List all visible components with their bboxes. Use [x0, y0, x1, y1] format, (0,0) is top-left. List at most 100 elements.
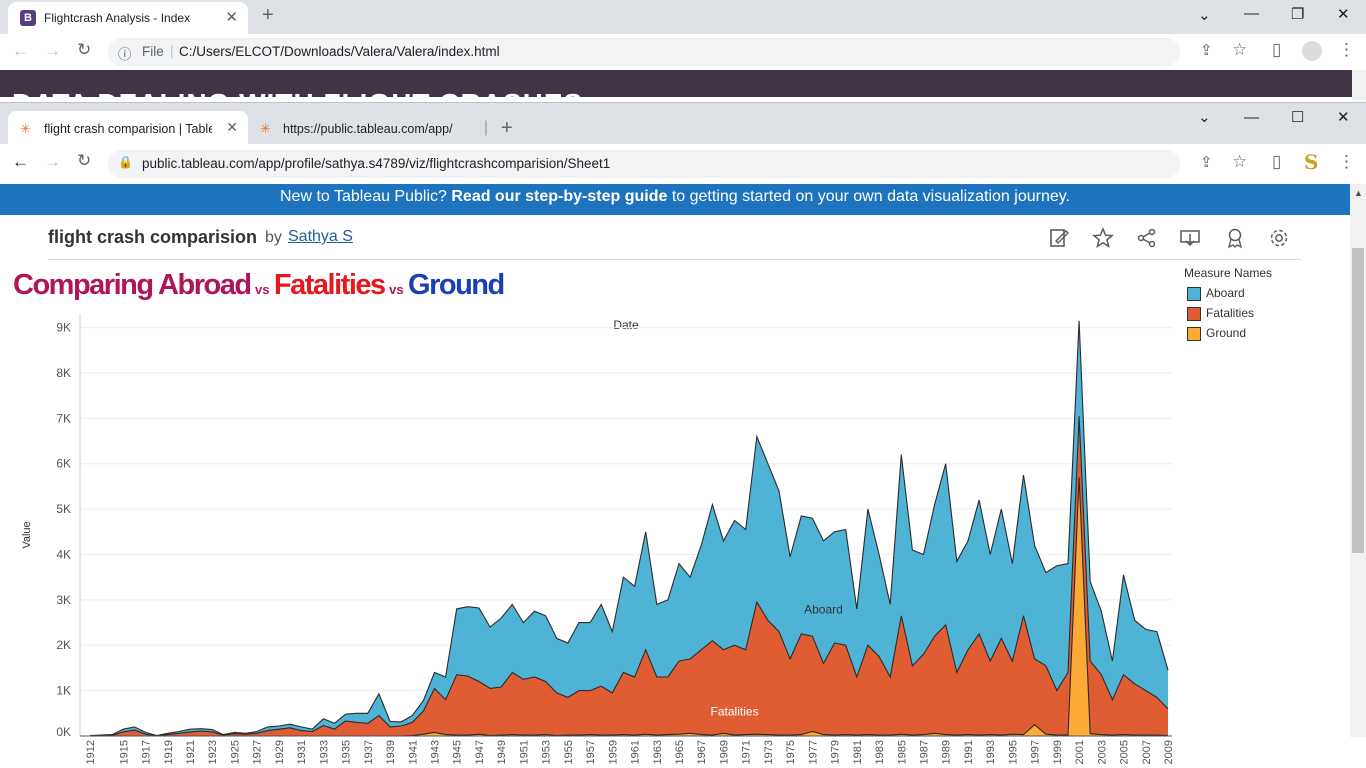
x-tick-label: 1975	[785, 740, 797, 764]
legend-label-aboard: Aboard	[1206, 286, 1245, 300]
x-tick-label: 1931	[296, 740, 308, 764]
banner-prefix: New to Tableau Public?	[279, 188, 452, 205]
tableau-favicon-icon: ✳	[20, 121, 31, 136]
bookmark-star-icon[interactable]: ☆	[1232, 40, 1247, 60]
outer-url-text[interactable]: C:/Users/ELCOT/Downloads/Valera/Valera/i…	[179, 44, 500, 59]
header-divider	[48, 259, 1301, 260]
x-tick-label: 1997	[1030, 740, 1042, 764]
x-tick-label: 1987	[919, 740, 931, 764]
viz-by-label: by	[265, 229, 282, 246]
file-label: File	[142, 44, 164, 59]
banner-guide-link[interactable]: Read our step-by-step guide	[451, 188, 667, 205]
badge-award-icon[interactable]	[1224, 227, 1246, 249]
x-tick-label: 1939	[385, 740, 397, 764]
side-panel-icon[interactable]: ▯	[1272, 152, 1281, 172]
back-icon[interactable]: ←	[12, 41, 29, 61]
x-tick-label: 1921	[185, 740, 197, 764]
bookmark-star-icon[interactable]: ☆	[1232, 152, 1247, 172]
legend-title: Measure Names	[1184, 266, 1273, 280]
title-vs-1: vs	[255, 282, 270, 297]
underlying-page-heading: DATA DEALING WITH FLIGHT CRASHES	[12, 88, 583, 97]
inner-tab-tableau[interactable]: ✳ flight crash comparision | Tableau Pub…	[8, 111, 248, 145]
x-tick-label: 1961	[630, 740, 642, 764]
menu-kebab-icon[interactable]: ⋮	[1338, 40, 1355, 60]
x-tick-label: 1973	[763, 740, 775, 764]
outer-tab-active[interactable]: B Flightcrash Analysis - Index ✕	[8, 2, 248, 34]
forward-icon[interactable]: →	[44, 41, 61, 61]
new-tab-icon[interactable]: +	[262, 4, 274, 27]
x-tick-label: 1983	[874, 740, 886, 764]
edit-viz-icon[interactable]	[1048, 227, 1070, 249]
series-label-aboard: Aboard	[804, 602, 843, 616]
profile-avatar[interactable]	[1302, 41, 1322, 61]
restore-icon[interactable]: ❐	[1291, 5, 1304, 23]
side-panel-icon[interactable]: ▯	[1272, 40, 1281, 60]
tab-search-chevron-icon[interactable]: ⌄	[1198, 108, 1211, 126]
share-icon[interactable]: ⇪	[1200, 153, 1213, 171]
close-tab-icon[interactable]: ✕	[225, 8, 238, 26]
x-tick-label: 1933	[318, 740, 330, 764]
author-link[interactable]: Sathya S	[288, 228, 353, 246]
area-chart[interactable]: Date Value 0K 1K 2K 3K 4K 5K 6K 7K 8K 9K Aboard Fatal…	[0, 300, 1190, 768]
new-tab-icon[interactable]: +	[501, 117, 513, 140]
x-tick-label: 1912	[85, 740, 97, 764]
viz-title: flight crash comparision	[48, 227, 258, 247]
inner-tab-profile[interactable]: ✳ https://public.tableau.com/app/profile…	[250, 111, 488, 145]
profile-avatar[interactable]: S	[1304, 150, 1318, 174]
x-tick-label: 1949	[496, 740, 508, 764]
download-icon[interactable]	[1179, 227, 1201, 249]
reload-icon[interactable]: ↻	[77, 40, 91, 60]
back-icon[interactable]: ←	[12, 152, 29, 172]
title-ground: Ground	[408, 269, 505, 301]
tableau-favicon-icon: ✳	[260, 121, 271, 136]
inner-tab-title-2: https://public.tableau.com/app/profile/s…	[283, 122, 453, 136]
tableau-new-user-banner: New to Tableau Public? Read our step-by-…	[0, 184, 1350, 215]
share-icon[interactable]: ⇪	[1200, 41, 1213, 59]
legend-item-aboard[interactable]: Aboard	[1184, 286, 1272, 306]
legend-swatch-aboard	[1187, 287, 1201, 301]
page-scrollbar[interactable]: ▲	[1350, 184, 1366, 737]
close-window-icon[interactable]: ✕	[1337, 5, 1350, 23]
settings-gear-icon[interactable]	[1268, 227, 1290, 249]
legend-item-ground[interactable]: Ground	[1184, 326, 1272, 346]
y-tick-label: 2K	[56, 638, 71, 652]
x-tick-label: 1953	[541, 740, 553, 764]
tab-search-chevron-icon[interactable]: ⌄	[1198, 6, 1211, 24]
scroll-up-arrow-icon[interactable]: ▲	[1354, 188, 1363, 198]
x-tick-label: 1929	[274, 740, 286, 764]
outer-scrollbar[interactable]	[1352, 70, 1366, 100]
inner-address-bar[interactable]: 🔒 public.tableau.com/app/profile/sathya.…	[108, 150, 1180, 178]
y-tick-label: 4K	[56, 547, 71, 561]
x-tick-label: 1969	[719, 740, 731, 764]
menu-kebab-icon[interactable]: ⋮	[1338, 152, 1355, 172]
x-tick-label: 1947	[474, 740, 486, 764]
close-window-icon[interactable]: ✕	[1337, 108, 1350, 126]
scrollbar-thumb[interactable]	[1352, 248, 1364, 553]
x-tick-label: 1981	[852, 740, 864, 764]
x-tick-label: 1919	[163, 740, 175, 764]
info-icon[interactable]: ⓘ	[118, 43, 132, 63]
title-vs-2: vs	[389, 282, 404, 297]
x-tick-label: 1979	[830, 740, 842, 764]
legend: Measure Names Aboard Fatalities Ground	[1184, 266, 1272, 346]
share-viz-icon[interactable]	[1136, 227, 1158, 249]
y-tick-label: 6K	[56, 457, 71, 471]
maximize-icon[interactable]: ☐	[1291, 108, 1304, 126]
forward-icon[interactable]: →	[44, 152, 61, 172]
close-tab-icon[interactable]: ✕	[226, 119, 238, 136]
inner-toolbar: ← → ↻ 🔒 public.tableau.com/app/profile/s…	[0, 144, 1366, 185]
legend-item-fatalities[interactable]: Fatalities	[1184, 306, 1272, 326]
favorite-star-icon[interactable]	[1092, 227, 1114, 249]
x-tick-label: 1993	[985, 740, 997, 764]
inner-tab-strip: ✳ flight crash comparision | Tableau Pub…	[0, 102, 1366, 145]
minimize-icon[interactable]: —	[1244, 109, 1259, 126]
minimize-icon[interactable]: —	[1244, 5, 1259, 22]
outer-address-bar[interactable]: ⓘ File | C:/Users/ELCOT/Downloads/Valera…	[108, 38, 1180, 66]
banner-suffix: to getting started on your own data visu…	[667, 188, 1070, 205]
inner-url-text[interactable]: public.tableau.com/app/profile/sathya.s4…	[142, 156, 610, 171]
lock-icon[interactable]: 🔒	[118, 155, 133, 169]
reload-icon[interactable]: ↻	[77, 151, 91, 171]
x-tick-label: 1915	[118, 740, 130, 764]
x-tick-label: 1917	[141, 740, 153, 764]
x-tick-label: 1985	[896, 740, 908, 764]
